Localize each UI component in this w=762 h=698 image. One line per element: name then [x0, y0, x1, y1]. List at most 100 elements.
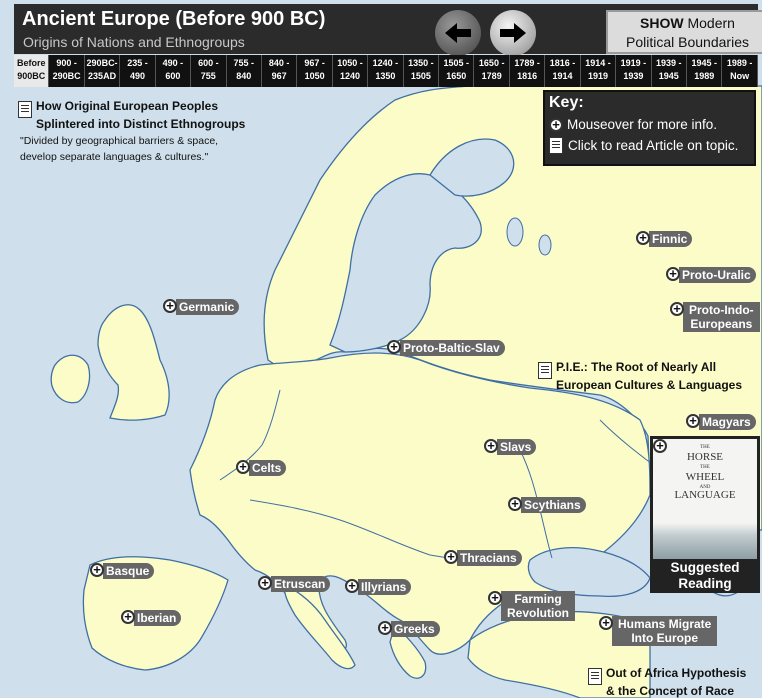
- article-pie-line2: European Cultures & Languages: [556, 378, 743, 392]
- marker-label: Iberian: [134, 610, 182, 626]
- marker-label: Scythians: [521, 497, 586, 513]
- timeline-era-end: 1789: [481, 71, 502, 81]
- era-timeline: Before 900BC 900 - 290BC 290BC- 235AD 235 - 490…: [14, 55, 758, 87]
- marker-humans-migrate[interactable]: + Humans Migrate Into Europe: [599, 616, 718, 646]
- timeline-era-15[interactable]: 1816 - 1914: [545, 55, 581, 87]
- book-title-language: LANGUAGE: [674, 489, 736, 501]
- timeline-era-10[interactable]: 1240 - 1350: [368, 55, 404, 87]
- marker-basque[interactable]: + Basque: [90, 563, 155, 579]
- timeline-era-start: 1789 -: [514, 58, 540, 68]
- timeline-era-3[interactable]: 235 - 490: [120, 55, 156, 87]
- timeline-era-start: 235 -: [127, 58, 148, 68]
- plus-icon: +: [121, 610, 135, 624]
- marker-greeks[interactable]: + Greeks: [378, 621, 440, 637]
- arrow-right-icon: [500, 23, 526, 43]
- marker-germanic[interactable]: + Germanic: [163, 299, 240, 315]
- plus-icon: +: [163, 299, 177, 313]
- timeline-era-start: 1945 -: [691, 58, 717, 68]
- plus-icon: +: [636, 231, 650, 245]
- article-pie-link[interactable]: P.I.E.: The Root of Nearly All European …: [538, 358, 742, 394]
- timeline-era-19[interactable]: 1945 - 1989: [687, 55, 723, 87]
- article-title-line2: Splintered into Distinct Ethnogroups: [36, 117, 246, 131]
- timeline-era-4[interactable]: 490 - 600: [156, 55, 192, 87]
- marker-label: Greeks: [391, 621, 440, 637]
- plus-icon: +: [666, 267, 680, 281]
- timeline-era-16[interactable]: 1914 - 1919: [581, 55, 617, 87]
- marker-label: Proto-Indo- Europeans: [683, 302, 760, 332]
- suggested-label-line1: Suggested: [670, 560, 740, 575]
- plus-icon: +: [387, 340, 401, 354]
- previous-era-button[interactable]: [435, 10, 481, 56]
- marker-thracians[interactable]: + Thracians: [444, 550, 522, 566]
- timeline-era-14[interactable]: 1789 - 1816: [510, 55, 546, 87]
- plus-icon: +: [345, 579, 359, 593]
- marker-slavs[interactable]: + Slavs: [484, 439, 537, 455]
- timeline-era-end: Now: [730, 71, 750, 81]
- timeline-era-start: 900 -: [56, 58, 77, 68]
- show-label: SHOW: [640, 15, 684, 31]
- plus-icon: +: [236, 460, 250, 474]
- marker-iberian[interactable]: + Iberian: [121, 610, 182, 626]
- timeline-era-start: 1816 -: [549, 58, 576, 68]
- timeline-era-end: 1919: [587, 71, 608, 81]
- article-splintered-link[interactable]: How Original European Peoples Splintered…: [18, 97, 245, 165]
- book-cover: THE HORSE THE WHEEL AND LANGUAGE: [653, 439, 757, 559]
- show-modern-label: Modern: [687, 15, 735, 31]
- timeline-era-18[interactable]: 1939 - 1945: [652, 55, 688, 87]
- timeline-era-8[interactable]: 967 - 1050: [297, 55, 333, 87]
- marker-label: Proto-Uralic: [679, 267, 756, 283]
- marker-illyrians[interactable]: + Illyrians: [345, 579, 412, 595]
- marker-proto-indo-europeans[interactable]: + Proto-Indo- Europeans: [670, 302, 760, 332]
- timeline-era-start: 290BC-: [86, 58, 118, 68]
- marker-label: Illyrians: [358, 579, 412, 595]
- document-icon: [549, 137, 563, 154]
- timeline-era-6[interactable]: 755 - 840: [227, 55, 262, 87]
- timeline-era-5[interactable]: 600 - 755: [191, 55, 227, 87]
- timeline-era-20[interactable]: 1989 - Now: [722, 55, 758, 87]
- timeline-era-start: 1919 -: [620, 58, 647, 68]
- plus-icon: +: [670, 302, 684, 316]
- article-pie-line1: P.I.E.: The Root of Nearly All: [556, 360, 717, 374]
- timeline-era-end: 840: [236, 71, 252, 81]
- timeline-era-end: 1050: [304, 71, 325, 81]
- timeline-era-13[interactable]: 1650 - 1789: [474, 55, 510, 87]
- marker-celts[interactable]: + Celts: [236, 460, 287, 476]
- marker-label: Finnic: [649, 231, 693, 247]
- next-era-button[interactable]: [490, 10, 536, 56]
- timeline-era-11[interactable]: 1350 - 1505: [404, 55, 440, 87]
- timeline-era-9[interactable]: 1050 - 1240: [333, 55, 369, 87]
- show-modern-boundaries-button[interactable]: SHOW Modern Political Boundaries: [606, 10, 762, 54]
- marker-etruscan[interactable]: + Etruscan: [258, 576, 331, 592]
- timeline-era-7[interactable]: 840 - 967: [262, 55, 298, 87]
- plus-icon: +: [258, 576, 272, 590]
- timeline-era-end: 235AD: [88, 71, 117, 81]
- timeline-era-end: 600: [165, 71, 181, 81]
- marker-scythians[interactable]: + Scythians: [508, 497, 586, 513]
- timeline-era-17[interactable]: 1919 - 1939: [616, 55, 652, 87]
- timeline-era-start: 1939 -: [656, 58, 682, 68]
- article-africa-link[interactable]: Out of Africa Hypothesis & the Concept o…: [588, 664, 746, 698]
- marker-proto-baltic-slav[interactable]: + Proto-Baltic-Slav: [387, 340, 505, 356]
- marker-proto-uralic[interactable]: + Proto-Uralic: [666, 267, 756, 283]
- timeline-era-12[interactable]: 1505 - 1650: [439, 55, 475, 87]
- marker-magyars[interactable]: + Magyars: [686, 414, 756, 430]
- marker-finnic[interactable]: + Finnic: [636, 231, 693, 247]
- suggested-reading-label: Suggested Reading: [650, 560, 760, 592]
- marker-label-line1: Proto-Indo-: [689, 303, 754, 317]
- plus-icon: +: [549, 117, 563, 132]
- timeline-era-start: 840 -: [268, 58, 290, 68]
- marker-label-line2: Revolution: [507, 606, 569, 620]
- plus-icon: +: [90, 563, 104, 577]
- marker-label-line2: Into Europe: [631, 631, 699, 645]
- marker-farming-revolution[interactable]: + Farming Revolution: [488, 591, 575, 621]
- timeline-era-end: 1816: [517, 71, 538, 81]
- suggested-reading-book[interactable]: THE HORSE THE WHEEL AND LANGUAGE + Sugge…: [650, 436, 760, 593]
- timeline-era-2[interactable]: 290BC- 235AD: [85, 55, 121, 87]
- marker-label: Basque: [103, 563, 155, 579]
- timeline-era-1[interactable]: 900 - 290BC: [49, 55, 85, 87]
- timeline-era-start: 600 -: [198, 58, 219, 68]
- timeline-era-0[interactable]: Before 900BC: [14, 55, 50, 87]
- plus-icon: +: [488, 591, 502, 605]
- timeline-era-end: 1914: [552, 71, 573, 81]
- timeline-era-start: 1914 -: [585, 58, 611, 68]
